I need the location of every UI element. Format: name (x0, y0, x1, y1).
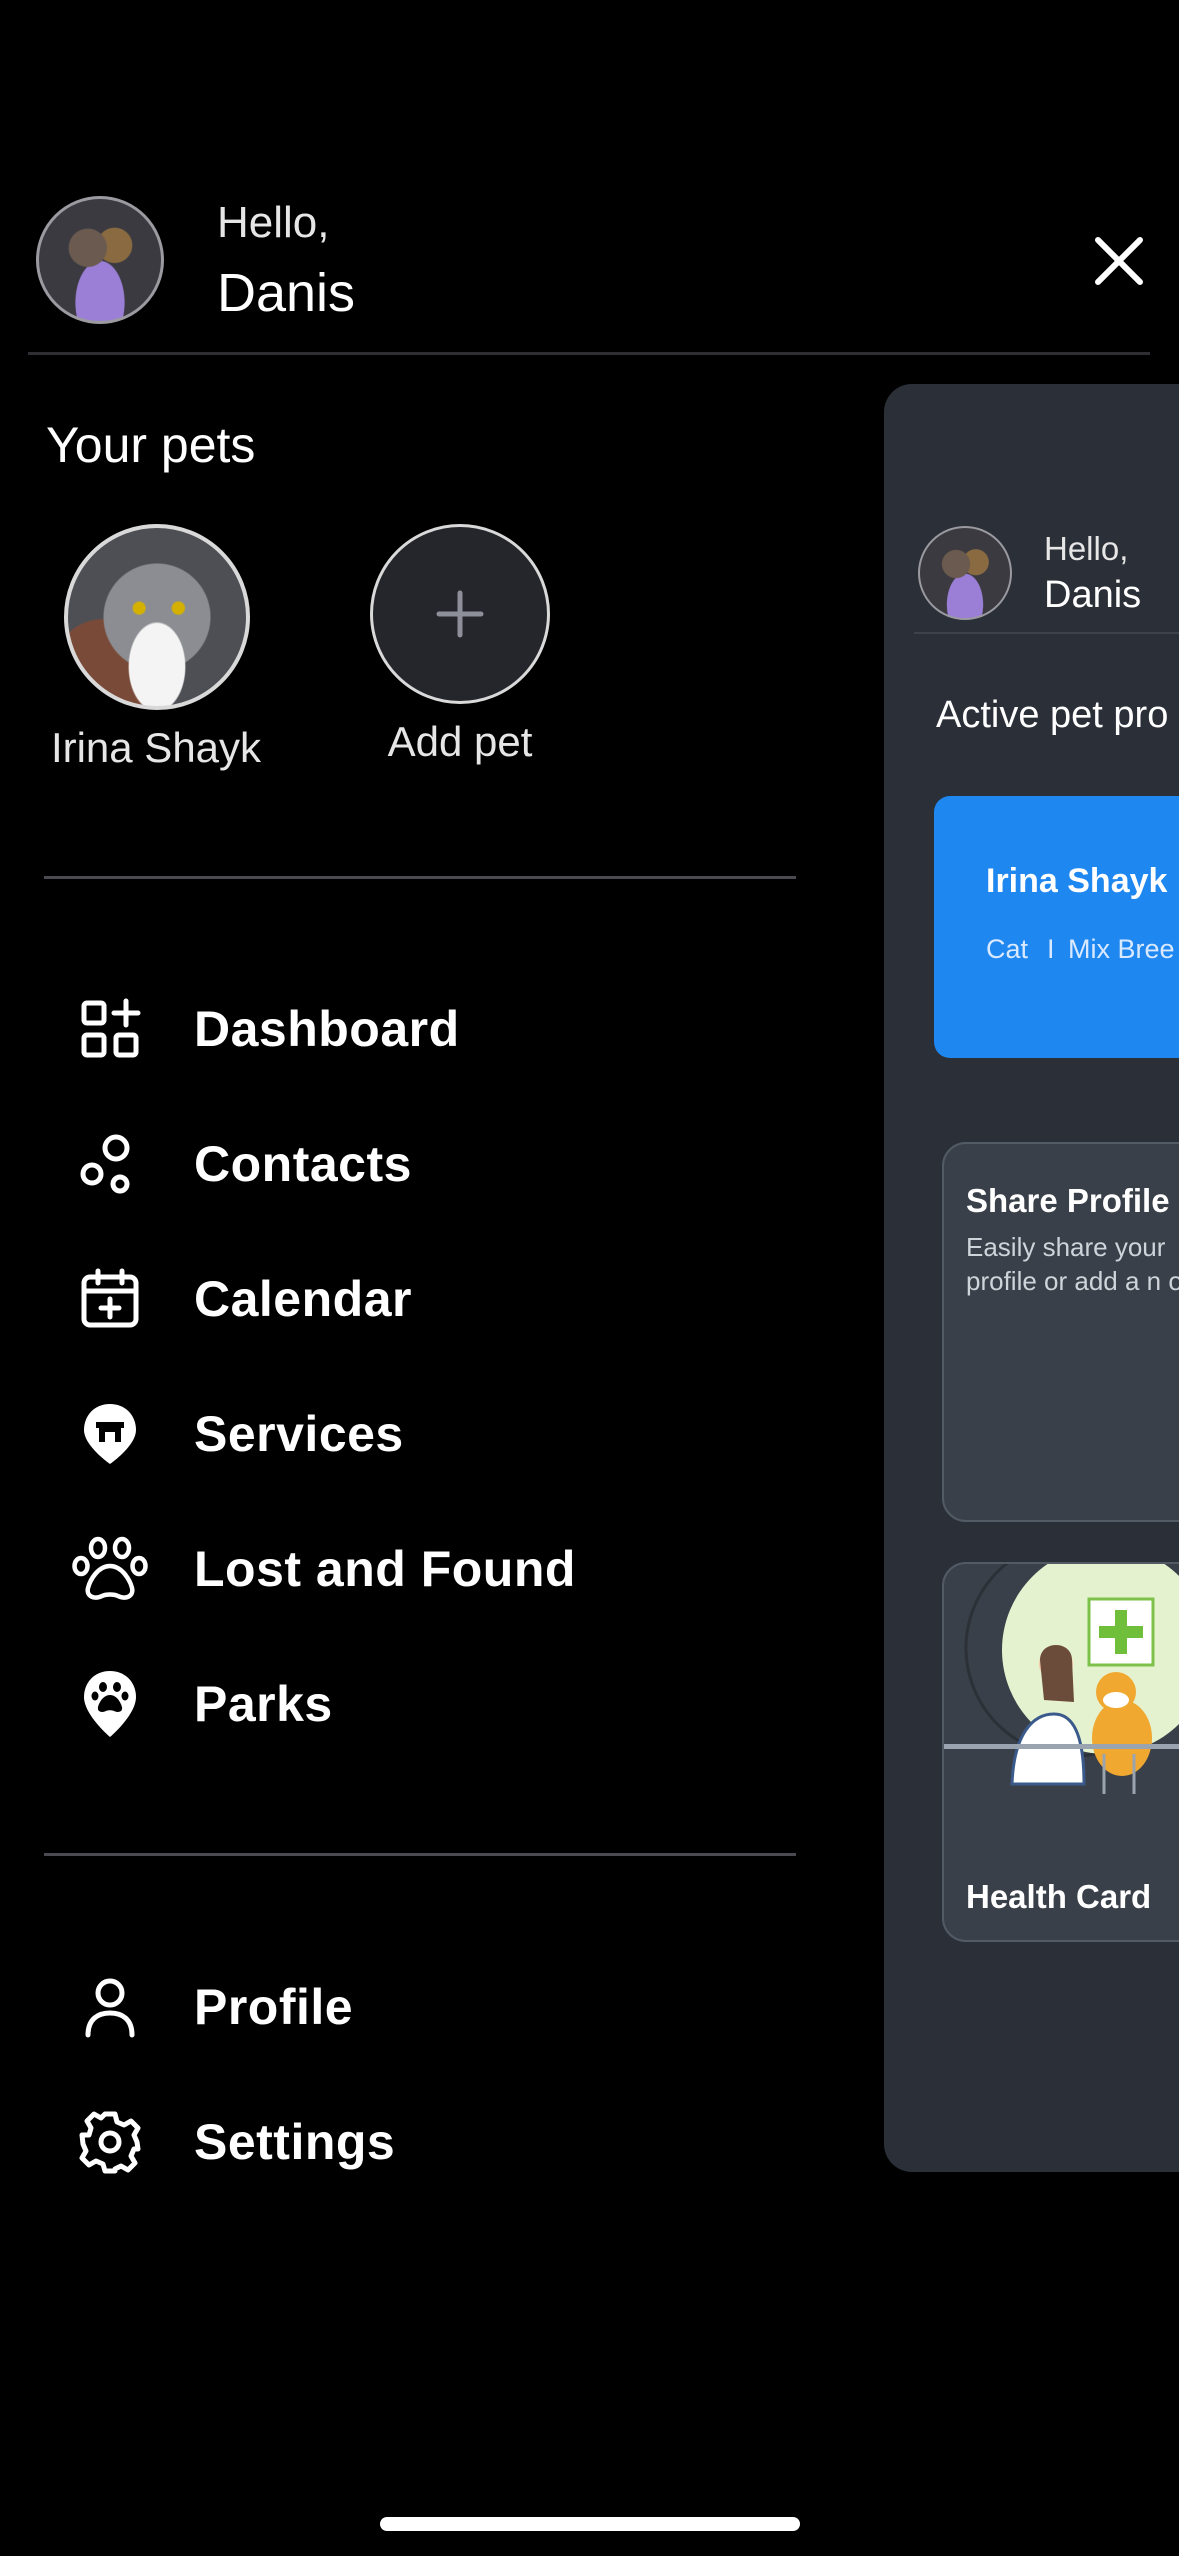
vet-illustration (944, 1564, 1179, 1794)
plus-icon (436, 590, 484, 638)
pet-card-type: Cat (986, 934, 1029, 964)
nav-label-profile: Profile (194, 1979, 354, 2035)
close-icon (1095, 237, 1143, 285)
pets-divider (44, 876, 796, 879)
share-profile-card[interactable]: Share Profile Easily share your profile … (942, 1142, 1179, 1522)
main-content-panel[interactable]: Hello, Danis Active pet pro Irina Shayk … (884, 384, 1179, 2172)
nav-item-contacts[interactable]: Contacts (44, 1109, 796, 1219)
nav-label-dashboard: Dashboard (194, 1001, 460, 1057)
nav-label-parks: Parks (194, 1676, 333, 1732)
panel-greeting: Hello, (1044, 530, 1129, 567)
paw-icon (64, 1523, 156, 1615)
nav-item-lost-and-found[interactable]: Lost and Found (44, 1514, 796, 1624)
panel-divider (914, 632, 1179, 634)
share-profile-title: Share Profile (966, 1182, 1170, 1219)
gear-icon (64, 2096, 156, 2188)
pet-card-separator: I (1047, 934, 1055, 964)
contacts-nodes-icon (64, 1118, 156, 1210)
pet-avatar[interactable] (64, 524, 250, 710)
nav-label-settings: Settings (194, 2114, 396, 2170)
pet-name[interactable]: Irina Shayk (46, 724, 266, 772)
add-pet-label[interactable]: Add pet (370, 718, 550, 766)
dashboard-grid-plus-icon (64, 983, 156, 1075)
close-button[interactable] (1086, 228, 1152, 294)
health-card[interactable]: Health Card (942, 1562, 1179, 1942)
pet-card-name: Irina Shayk (986, 862, 1168, 900)
panel-user-avatar (918, 526, 1012, 620)
active-pet-card[interactable]: Irina Shayk Cat I Mix Bree (934, 796, 1179, 1058)
nav-item-calendar[interactable]: Calendar (44, 1244, 796, 1354)
nav-label-contacts: Contacts (194, 1136, 412, 1192)
nav-divider (44, 1853, 796, 1856)
nav-label-calendar: Calendar (194, 1271, 412, 1327)
header-divider (28, 352, 1150, 355)
pet-card-breed: Mix Bree (1068, 934, 1175, 964)
paw-location-icon (64, 1658, 156, 1750)
person-icon (64, 1961, 156, 2053)
health-card-title: Health Card (966, 1878, 1152, 1915)
share-profile-text: Easily share your profile or add a n one (966, 1232, 1179, 1296)
nav-item-dashboard[interactable]: Dashboard (44, 974, 796, 1084)
nav-item-parks[interactable]: Parks (44, 1649, 796, 1759)
services-location-icon (64, 1388, 156, 1480)
nav-item-settings[interactable]: Settings (44, 2087, 796, 2197)
home-indicator[interactable] (380, 2517, 800, 2531)
user-avatar[interactable] (36, 196, 164, 324)
nav-item-profile[interactable]: Profile (44, 1952, 796, 2062)
calendar-add-icon (64, 1253, 156, 1345)
panel-user-name: Danis (1044, 574, 1142, 616)
nav-item-services[interactable]: Services (44, 1379, 796, 1489)
add-pet-button[interactable] (370, 524, 550, 704)
nav-label-services: Services (194, 1406, 404, 1462)
active-pet-section-title: Active pet pro (936, 694, 1169, 736)
nav-label-lost-and-found: Lost and Found (194, 1541, 576, 1597)
your-pets-title: Your pets (46, 417, 256, 473)
greeting-text: Hello, (217, 198, 330, 247)
user-name: Danis (217, 263, 356, 323)
